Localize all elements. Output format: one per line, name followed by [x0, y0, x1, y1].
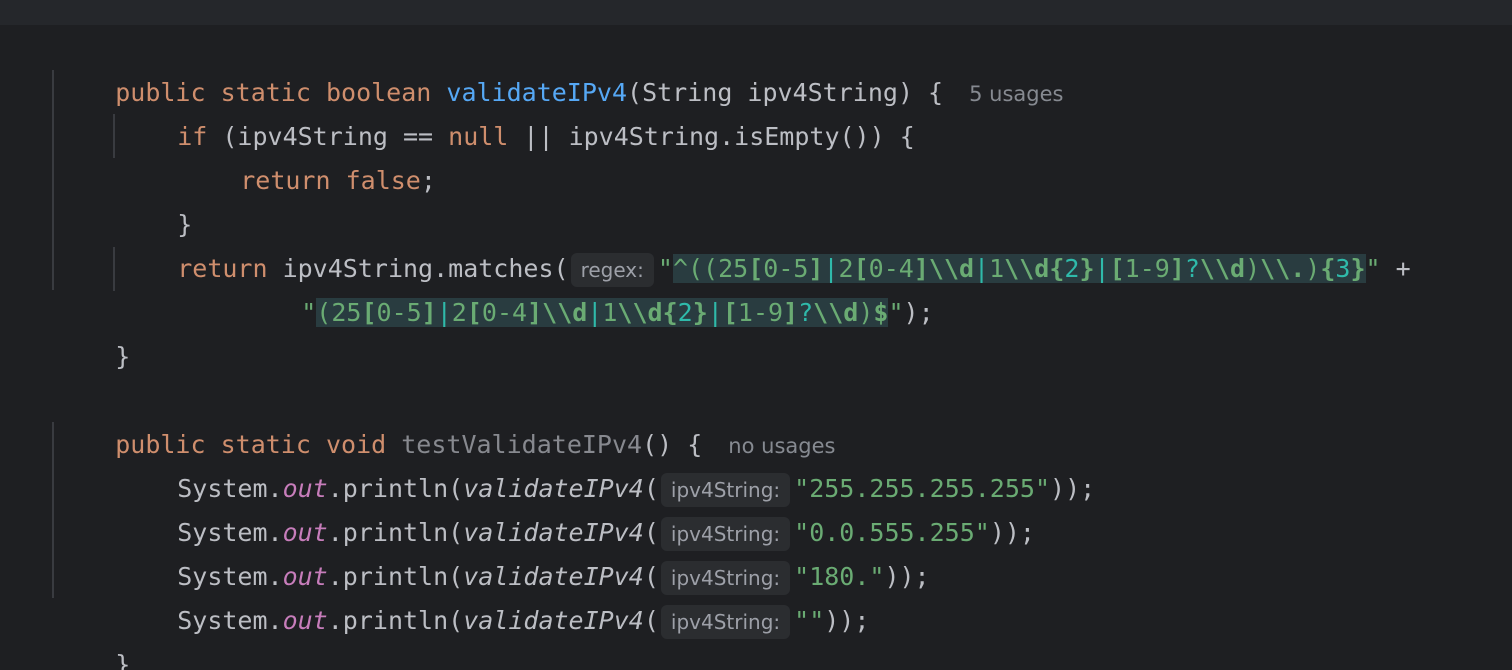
call-validateipv4[interactable]: validateIPv4 [463, 606, 644, 635]
field-out: out [282, 606, 328, 635]
regex-token: \\d [1199, 254, 1246, 283]
regex-token: 2 [1064, 254, 1080, 283]
regex-token: 0-5 [376, 298, 422, 327]
regex-token: | [707, 298, 723, 327]
statement-end: ); [903, 298, 934, 327]
closing-brace: } [115, 650, 131, 670]
usages-hint[interactable]: 5 usages [969, 82, 1063, 106]
regex-token: | [1094, 254, 1110, 283]
regex-token: \\d [1004, 254, 1050, 283]
regex-token: \\d [542, 298, 588, 327]
regex-token: \\d [813, 298, 859, 327]
statement-end: )); [884, 562, 930, 591]
code-line-3[interactable]: return false; [180, 115, 436, 195]
regex-token: 2 [451, 298, 467, 327]
regex-token: ( [316, 298, 332, 327]
string-argument: "" [794, 606, 825, 635]
closing-brace: } [115, 342, 131, 371]
regex-token: ] [783, 298, 799, 327]
string-quote: " [1365, 254, 1381, 283]
statement-end: )); [989, 518, 1035, 547]
regex-token: { [1049, 254, 1065, 283]
code-line-7[interactable]: } [55, 291, 130, 371]
keyword-false: false [345, 166, 421, 195]
regex-token: ) [858, 298, 874, 327]
regex-token: ? [798, 298, 814, 327]
regex-token: 1 [989, 254, 1005, 283]
regex-token: ) [1305, 254, 1321, 283]
regex-fragment-2: (25[0-5]|2[0-4]\\d|1\\d{2}|[1-9]?\\d)$ [316, 298, 889, 327]
open-paren: ( [643, 606, 659, 635]
regex-token: | [436, 298, 452, 327]
regex-token: [ [466, 298, 482, 327]
regex-token: } [692, 298, 708, 327]
keyword-null: null [448, 122, 509, 151]
regex-token: { [1320, 254, 1336, 283]
code-line-5[interactable]: return ipv4String.matches(regex: "^((25[0… [117, 203, 1411, 287]
regex-token: 0-4 [481, 298, 528, 327]
regex-token: [ [361, 298, 377, 327]
regex-token: 1-9 [737, 298, 784, 327]
regex-token: | [974, 254, 990, 283]
indent-guide [113, 114, 115, 158]
concat-operator: + [1380, 254, 1411, 283]
class-system: System. [177, 606, 283, 635]
regex-token: ? [1184, 254, 1200, 283]
regex-token: $ [873, 298, 889, 327]
regex-token: } [1079, 254, 1095, 283]
code-line-9[interactable]: System.out.println(validateIPv4(ipv4Stri… [117, 423, 1095, 507]
code-line-11[interactable]: System.out.println(validateIPv4(ipv4Stri… [117, 511, 930, 595]
regex-token: ] [527, 298, 543, 327]
regex-token: 3 [1335, 254, 1351, 283]
statement-end: )); [824, 606, 870, 635]
regex-token: ) [1245, 254, 1261, 283]
keyword-return: return [240, 166, 331, 195]
regex-token: 25 [331, 298, 362, 327]
string-quote: " [301, 298, 317, 327]
regex-token: \\d [617, 298, 663, 327]
code-line-8[interactable]: public static void testValidateIPv4() {n… [55, 379, 835, 459]
code-line-10[interactable]: System.out.println(validateIPv4(ipv4Stri… [117, 467, 1035, 551]
code-line-6[interactable]: "(25[0-5]|2[0-4]\\d|1\\d{2}|[1-9]?\\d)$"… [241, 247, 934, 327]
indent-guide [113, 247, 115, 291]
regex-token: 1 [602, 298, 618, 327]
code-line-12[interactable]: System.out.println(validateIPv4(ipv4Stri… [117, 555, 869, 639]
statement-end: )); [1050, 474, 1096, 503]
regex-token: { [662, 298, 678, 327]
code-line-13[interactable]: } [55, 599, 130, 670]
regex-token: \\d [928, 254, 975, 283]
parameter-hint-ipv4string[interactable]: ipv4String: [660, 605, 791, 639]
regex-token: [ [1109, 254, 1125, 283]
code-text: || ipv4String.isEmpty()) { [508, 122, 915, 151]
regex-token: ] [421, 298, 437, 327]
code-editor[interactable]: public static boolean validateIPv4(Strin… [0, 0, 1512, 670]
string-quote: " [888, 298, 904, 327]
code-line-2[interactable]: if (ipv4String == null || ipv4String.isE… [117, 71, 915, 151]
editor-top-band [0, 0, 1512, 25]
semicolon: ; [420, 166, 436, 195]
regex-token: [ [722, 298, 738, 327]
indent-guide [52, 422, 54, 598]
method-println: .println( [327, 606, 464, 635]
regex-token: \\. [1260, 254, 1306, 283]
regex-token: 1-9 [1124, 254, 1170, 283]
regex-token: ] [1169, 254, 1185, 283]
regex-token: | [587, 298, 603, 327]
regex-token: 2 [677, 298, 693, 327]
code-line-4[interactable]: } [117, 159, 192, 239]
regex-token: } [1350, 254, 1366, 283]
code-line-1[interactable]: public static boolean validateIPv4(Strin… [55, 27, 1063, 107]
indent-guide [52, 70, 54, 290]
